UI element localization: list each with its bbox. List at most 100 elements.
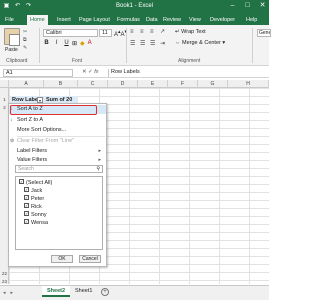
column-header[interactable]: A	[9, 80, 44, 88]
alignment-group-label: Alignment	[178, 58, 201, 64]
wrap-text-button[interactable]: ↵ Wrap Text	[175, 29, 206, 35]
fill-color-icon[interactable]: ◆	[80, 40, 85, 47]
more-sort-options-item[interactable]: More Sort Options...	[9, 126, 106, 135]
sort-a-to-z-item[interactable]: ↓ Sort A to Z	[9, 105, 106, 115]
list-item[interactable]: ✓ Jack	[24, 187, 42, 195]
bold-button[interactable]: B	[43, 40, 50, 46]
cancel-entry-icon[interactable]: ✕	[82, 69, 87, 75]
alignment-tools: ≡ ≡ ≡ ↗ ☰ ☰ ☰ ⇥	[130, 29, 168, 48]
maximize-icon[interactable]: □	[243, 1, 252, 11]
checkbox-checked-icon[interactable]: ✓	[24, 203, 29, 209]
add-sheet-icon[interactable]: +	[101, 288, 109, 296]
paste-button[interactable]	[4, 28, 20, 46]
window-controls: – □ ✕	[228, 1, 267, 11]
formula-bar: A1 ✕ ✓ fx Row Labels	[0, 68, 269, 78]
tab-developer[interactable]: Developer	[207, 15, 238, 25]
confirm-entry-icon[interactable]: ✓	[88, 69, 93, 75]
font-name-select[interactable]: Calibri	[43, 29, 98, 37]
next-sheet-icon[interactable]: ▸	[11, 290, 14, 296]
tab-review[interactable]: Review	[160, 15, 184, 25]
tab-help[interactable]: Help	[243, 15, 260, 25]
align-bottom-icon[interactable]: ≡	[150, 29, 158, 36]
sort-descending-icon: ↓	[10, 117, 13, 123]
indent-icon[interactable]: ⇥	[160, 41, 168, 48]
clipboard-tools: ✂ ⧉ ✎	[23, 29, 27, 51]
orientation-icon[interactable]: ↗	[160, 29, 168, 36]
tab-view[interactable]: View	[186, 15, 204, 25]
checkbox-checked-icon[interactable]: ✓	[24, 219, 29, 225]
number-format-select[interactable]: Gene	[257, 29, 271, 37]
align-right-icon[interactable]: ☰	[150, 41, 158, 48]
row-header[interactable]: 22	[0, 271, 9, 276]
sheet-tab[interactable]: Sheet2	[42, 286, 71, 297]
merge-center-button[interactable]: ⇔ Merge & Center ▾	[175, 40, 225, 46]
checkbox-checked-icon[interactable]: ✓	[24, 195, 29, 201]
formula-input[interactable]: Row Labels	[108, 69, 269, 77]
list-item-label: Jack	[31, 188, 43, 194]
sort-z-to-a-item[interactable]: ↓ Sort Z to A	[9, 116, 106, 125]
column-header[interactable]: H	[228, 80, 269, 88]
name-box[interactable]: A1	[3, 69, 73, 77]
tab-insert[interactable]: Insert	[54, 15, 74, 25]
chevron-right-icon: ▸	[98, 148, 101, 154]
list-item[interactable]: ✓ Peter	[24, 195, 44, 203]
sheet-tab[interactable]: Sheet1	[70, 286, 97, 297]
align-center-icon[interactable]: ☰	[140, 41, 148, 48]
value-filters-item[interactable]: Value Filters ▸	[9, 156, 106, 165]
list-item-label: Sonny	[31, 212, 47, 218]
italic-button[interactable]: I	[53, 40, 60, 46]
column-header[interactable]: B	[44, 80, 78, 88]
checkbox-checked-icon[interactable]: ✓	[24, 187, 29, 193]
font-color-icon[interactable]: A	[88, 40, 92, 47]
previous-sheet-icon[interactable]: ◂	[3, 290, 6, 296]
wrap-text-label: Wrap Text	[181, 29, 206, 35]
underline-button[interactable]: U	[63, 40, 70, 46]
list-item[interactable]: ✓ Wensa	[24, 219, 48, 227]
column-header[interactable]: C	[78, 80, 108, 88]
align-middle-icon[interactable]: ≡	[140, 29, 148, 36]
search-icon: ⚲	[96, 166, 100, 172]
format-painter-icon[interactable]: ✎	[23, 45, 27, 51]
label-filters-item[interactable]: Label Filters ▸	[9, 147, 106, 156]
align-top-icon[interactable]: ≡	[130, 29, 138, 36]
ok-button[interactable]: OK	[51, 255, 73, 263]
minimize-icon[interactable]: –	[228, 1, 237, 11]
clear-filter-icon: ⊘	[10, 138, 15, 144]
font-size-select[interactable]: 11	[99, 29, 112, 37]
tab-home[interactable]: Home	[27, 15, 48, 25]
filter-search-input[interactable]: Search ⚲	[15, 165, 103, 173]
list-item-label: Rick	[31, 204, 42, 210]
tab-formulas[interactable]: Formulas	[114, 15, 143, 25]
borders-icon[interactable]: ⊞	[72, 40, 77, 47]
insert-function-icon[interactable]: fx	[94, 69, 98, 75]
column-header[interactable]: D	[108, 80, 138, 88]
close-icon[interactable]: ✕	[258, 1, 267, 11]
list-item[interactable]: ✓ Sonny	[24, 211, 47, 219]
ribbon-separator	[126, 28, 127, 63]
label-filters-label: Label Filters	[17, 148, 47, 154]
checkbox-checked-icon[interactable]: ✓	[24, 211, 29, 217]
row-header[interactable]: 23	[0, 279, 9, 284]
cancel-button[interactable]: Cancel	[79, 255, 101, 263]
column-header[interactable]: G	[198, 80, 228, 88]
select-all-corner[interactable]	[0, 80, 9, 88]
column-header[interactable]: E	[138, 80, 168, 88]
checkbox-checked-icon[interactable]: ✓	[19, 179, 24, 185]
row-header[interactable]: 1	[0, 97, 9, 102]
tab-file[interactable]: File	[2, 15, 17, 25]
font-style-buttons: B I U	[43, 40, 70, 46]
sheet-tab-bar: ◂ ▸ Sheet2 Sheet1 +	[0, 285, 269, 300]
merge-center-label: Merge & Center	[182, 40, 221, 46]
align-left-icon[interactable]: ☰	[130, 41, 138, 48]
search-placeholder: Search	[18, 166, 34, 172]
list-item[interactable]: ✓ (Select All)	[19, 179, 52, 187]
clear-filter-item[interactable]: ⊘ Clear Filter From "Line"	[9, 137, 106, 146]
ribbon-tab-bar: File Home Insert Page Layout Formulas Da…	[0, 14, 269, 25]
cut-icon[interactable]: ✂	[23, 29, 27, 35]
list-item[interactable]: ✓ Rick	[24, 203, 42, 211]
tab-data[interactable]: Data	[143, 15, 161, 25]
tab-page-layout[interactable]: Page Layout	[76, 15, 113, 25]
copy-icon[interactable]: ⧉	[23, 37, 27, 43]
clipboard-group-label: Clipboard	[6, 58, 28, 64]
column-header[interactable]: F	[168, 80, 198, 88]
